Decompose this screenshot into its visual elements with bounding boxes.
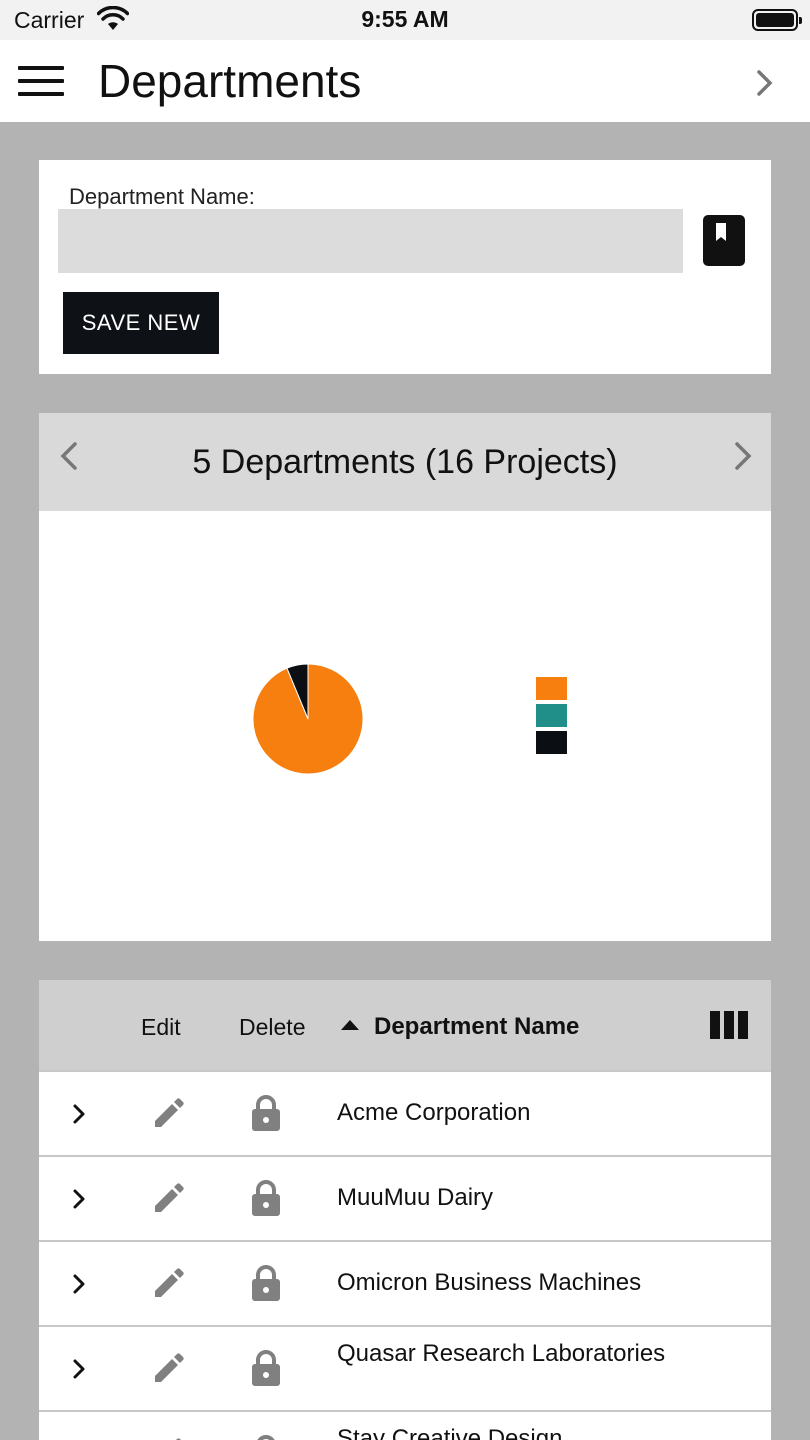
chevron-right-icon[interactable] — [71, 1102, 87, 1126]
pencil-icon[interactable] — [152, 1181, 186, 1215]
table-row[interactable]: MuuMuu Dairy — [39, 1155, 771, 1238]
legend-swatch-0 — [536, 677, 567, 700]
pencil-icon[interactable] — [152, 1266, 186, 1300]
table-row[interactable]: Acme Corporation — [39, 1070, 771, 1153]
table-row[interactable]: Quasar Research Laboratories — [39, 1325, 771, 1408]
chevron-right-icon[interactable] — [752, 68, 778, 98]
lock-icon[interactable] — [251, 1264, 281, 1302]
legend-swatch-2 — [536, 731, 567, 754]
table-header: Edit Delete Department Name — [39, 980, 771, 1070]
status-time: 9:55 AM — [361, 6, 449, 32]
department-form: Department Name: SAVE NEW — [39, 160, 771, 374]
departments-table: Edit Delete Department Name Acme Corpora… — [39, 980, 771, 1440]
lock-icon[interactable] — [251, 1179, 281, 1217]
legend-swatch-1 — [536, 704, 567, 727]
chart-header: 5 Departments (16 Projects) — [39, 413, 771, 511]
department-name-label: Department Name: — [69, 184, 255, 209]
chevron-right-icon[interactable] — [71, 1357, 87, 1381]
pie-chart — [252, 663, 567, 775]
lock-icon[interactable] — [251, 1349, 281, 1387]
column-header-delete: Delete — [239, 1014, 306, 1040]
nav-bar: Departments — [0, 40, 810, 122]
pencil-icon[interactable] — [152, 1436, 186, 1440]
hamburger-menu-icon[interactable] — [18, 66, 64, 96]
department-name-cell: MuuMuu Dairy — [337, 1184, 494, 1211]
status-bar: Carrier 9:55 AM — [0, 0, 810, 40]
chevron-right-icon[interactable] — [71, 1272, 87, 1296]
chevron-right-icon[interactable] — [731, 439, 755, 473]
bookmark-button[interactable] — [703, 215, 745, 266]
departments-chart-card: 5 Departments (16 Projects) — [39, 413, 771, 941]
department-name-cell: Omicron Business Machines — [337, 1269, 642, 1296]
lock-icon[interactable] — [251, 1094, 281, 1132]
save-new-button[interactable]: SAVE NEW — [63, 292, 219, 354]
table-row[interactable]: Omicron Business Machines — [39, 1240, 771, 1323]
column-header-department-name[interactable]: Department Name — [374, 1013, 579, 1041]
department-name-input[interactable] — [58, 209, 683, 273]
pencil-icon[interactable] — [152, 1096, 186, 1130]
columns-icon[interactable] — [710, 1011, 748, 1039]
chart-title: 5 Departments (16 Projects) — [192, 443, 618, 481]
page-title: Departments — [98, 55, 362, 107]
bookmark-icon — [712, 221, 736, 251]
department-name-cell: Quasar Research Laboratories — [337, 1340, 666, 1367]
pencil-icon[interactable] — [152, 1351, 186, 1385]
chevron-right-icon[interactable] — [71, 1187, 87, 1211]
battery-icon — [752, 9, 802, 31]
column-header-edit: Edit — [141, 1014, 181, 1040]
lock-icon[interactable] — [251, 1434, 281, 1440]
sort-up-icon[interactable] — [340, 1019, 360, 1031]
table-row[interactable]: Stay Creative Design — [39, 1410, 771, 1440]
department-name-cell: Stay Creative Design — [337, 1425, 563, 1440]
department-name-cell: Acme Corporation — [337, 1099, 531, 1126]
